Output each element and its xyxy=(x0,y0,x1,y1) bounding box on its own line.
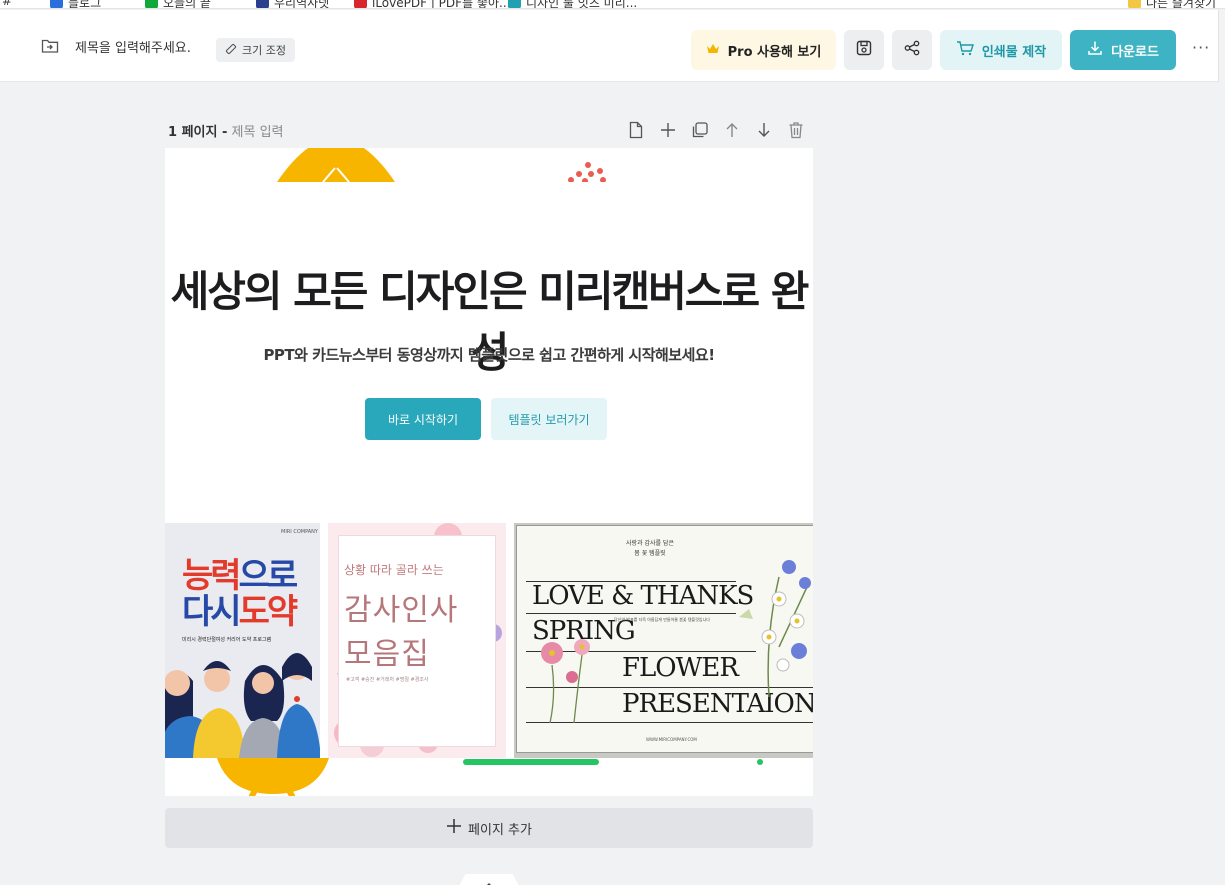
page-number-label: 1 페이지 - xyxy=(168,125,228,140)
caption-line: 사랑과 감사를 담은 xyxy=(626,540,674,547)
document-title-input[interactable]: 제목을 입력해주세요. xyxy=(75,37,191,56)
bookmark-label: 우리역사넷 xyxy=(274,0,330,9)
bookmark-item[interactable]: 오늘의 끝 xyxy=(145,0,211,9)
wildflower-illustration xyxy=(739,560,811,697)
decorative-green-dot xyxy=(757,759,763,765)
hero-subtitle[interactable]: PPT와 카드뉴스부터 동영상까지 템플릿으로 쉽고 간편하게 시작해보세요! xyxy=(165,344,813,365)
try-pro-button[interactable]: Pro 사용해 보기 xyxy=(691,30,836,70)
card-url: WWW.MIRICOMPANY.COM xyxy=(646,737,697,742)
editor-toolbar: 제목을 입력해주세요. 크기 조정 Pro 사용해 보기 인쇄물 제작 다운로드 xyxy=(0,10,1225,82)
page-header: 1 페이지 - 제목 입력 xyxy=(168,121,284,140)
bookmark-item[interactable]: 디자인 툴 잇츠 미리... xyxy=(508,0,638,9)
bookmark-favicon-icon xyxy=(50,0,63,8)
divider-line xyxy=(526,613,736,614)
more-options-icon[interactable]: ··· xyxy=(1192,38,1210,57)
add-page-label: 페이지 추가 xyxy=(468,822,532,838)
start-now-button[interactable]: 바로 시작하기 xyxy=(365,398,481,440)
download-icon xyxy=(1087,40,1103,60)
card-title-part: 능력 xyxy=(182,556,242,596)
template-card-thanks[interactable]: 상황 따라 골라 쓰는 감사인사 모음집 #고객 #승진 #거래처 #명절 #경… xyxy=(328,523,506,758)
scrollbar[interactable] xyxy=(1218,10,1225,82)
company-logo: MIRI COMPANY xyxy=(281,529,318,535)
add-page-icon[interactable] xyxy=(658,120,678,140)
folder-move-icon[interactable] xyxy=(40,36,60,56)
bookmark-favicon-icon xyxy=(256,0,269,8)
resize-label: 크기 조정 xyxy=(242,44,286,57)
page-list-toggle[interactable] xyxy=(458,874,520,885)
card-mini-text: 당신의 발표를 더욱 아름답게 만들어줄 봄꽃 템플릿입니다 xyxy=(614,617,710,622)
bookmark-item[interactable]: # xyxy=(2,0,12,8)
resize-button[interactable]: 크기 조정 xyxy=(216,38,295,62)
card-top-caption: 사랑과 감사를 담은 봄 꽃 템플릿 xyxy=(626,539,674,558)
card-line-3: FLOWER xyxy=(622,653,739,683)
move-page-up-icon[interactable] xyxy=(722,120,742,140)
duplicate-page-icon[interactable] xyxy=(690,120,710,140)
card-title-part: 으로 xyxy=(238,556,299,596)
crown-icon xyxy=(706,43,720,58)
bookmark-item[interactable]: 다른 즐겨찾기 xyxy=(1128,0,1217,9)
design-canvas-page[interactable]: 세상의 모든 디자인은 미리캔버스로 완성 PPT와 카드뉴스부터 동영상까지 … xyxy=(165,148,813,796)
delete-page-icon[interactable] xyxy=(786,120,806,140)
save-icon xyxy=(855,39,873,61)
share-button[interactable] xyxy=(892,30,932,70)
decorative-flower-shape xyxy=(217,758,329,796)
card-title-part: 도약 xyxy=(238,592,299,632)
bookmark-label: 오늘의 끝 xyxy=(163,0,211,9)
card-big-heading-1: 감사인사 xyxy=(344,593,459,628)
bookmark-label: 다른 즐겨찾기 xyxy=(1146,0,1217,9)
folder-icon xyxy=(1128,0,1141,8)
bookmark-label: iLovePDF | PDF를 좋아... xyxy=(372,0,511,9)
page-title-input[interactable]: 제목 입력 xyxy=(232,125,284,140)
caption-line: 봄 꽃 템플릿 xyxy=(634,549,666,557)
download-label: 다운로드 xyxy=(1111,44,1159,60)
cosmos-flower-illustration xyxy=(541,639,590,723)
decorative-green-bar xyxy=(463,759,599,765)
bookmark-label: 디자인 툴 잇츠 미리... xyxy=(526,0,638,9)
decorative-dots-shape xyxy=(565,160,615,182)
decorative-flower-shape xyxy=(277,148,395,182)
bookmark-favicon-icon xyxy=(354,0,367,8)
view-templates-button[interactable]: 템플릿 보러가기 xyxy=(491,398,607,440)
bookmark-favicon-icon xyxy=(508,0,521,8)
print-order-button[interactable]: 인쇄물 제작 xyxy=(940,30,1062,70)
bookmarks-bar: # 블로그 오늘의 끝 우리역사넷 iLovePDF | PDF를 좋아... … xyxy=(0,0,1225,9)
page-memo-icon[interactable] xyxy=(626,120,646,140)
bookmark-item[interactable]: iLovePDF | PDF를 좋아... xyxy=(354,0,511,9)
add-page-button[interactable]: 페이지 추가 xyxy=(165,808,813,848)
page-tools xyxy=(626,120,806,140)
card-tags: #고객 #승진 #거래처 #명절 #경조사 xyxy=(346,677,429,683)
template-card-career[interactable]: MIRI COMPANY 능력으로 다시도약 미리시 경력단절여성 커리어 도약… xyxy=(165,523,320,758)
print-order-label: 인쇄물 제작 xyxy=(981,44,1047,60)
card-title-line1: 능력으로 xyxy=(182,556,299,596)
share-icon xyxy=(903,39,921,61)
people-illustration xyxy=(165,641,320,758)
bookmark-favicon-icon xyxy=(145,0,158,8)
plus-icon xyxy=(446,818,462,838)
save-button[interactable] xyxy=(844,30,884,70)
card-line-1: LOVE & THANKS xyxy=(532,581,754,611)
card-big-heading-2: 모음집 xyxy=(344,637,430,672)
try-pro-label: Pro 사용해 보기 xyxy=(727,44,822,60)
cart-icon xyxy=(956,40,974,60)
bookmark-label: # xyxy=(2,0,13,8)
move-page-down-icon[interactable] xyxy=(754,120,774,140)
card-title-line2: 다시도약 xyxy=(182,592,299,632)
download-button[interactable]: 다운로드 xyxy=(1070,30,1176,70)
bookmark-item[interactable]: 블로그 xyxy=(50,0,102,9)
title-area: 제목을 입력해주세요. xyxy=(40,36,191,56)
ruler-icon xyxy=(225,43,237,58)
chevron-up-icon xyxy=(482,874,496,885)
template-card-spring-flower[interactable]: 사랑과 감사를 담은 봄 꽃 템플릿 LOVE & THANKS SPRING … xyxy=(514,523,813,758)
card-small-heading: 상황 따라 골라 쓰는 xyxy=(344,563,444,577)
card-title-part: 다시 xyxy=(182,592,242,632)
bookmark-item[interactable]: 우리역사넷 xyxy=(256,0,330,9)
bookmark-label: 블로그 xyxy=(68,0,102,9)
